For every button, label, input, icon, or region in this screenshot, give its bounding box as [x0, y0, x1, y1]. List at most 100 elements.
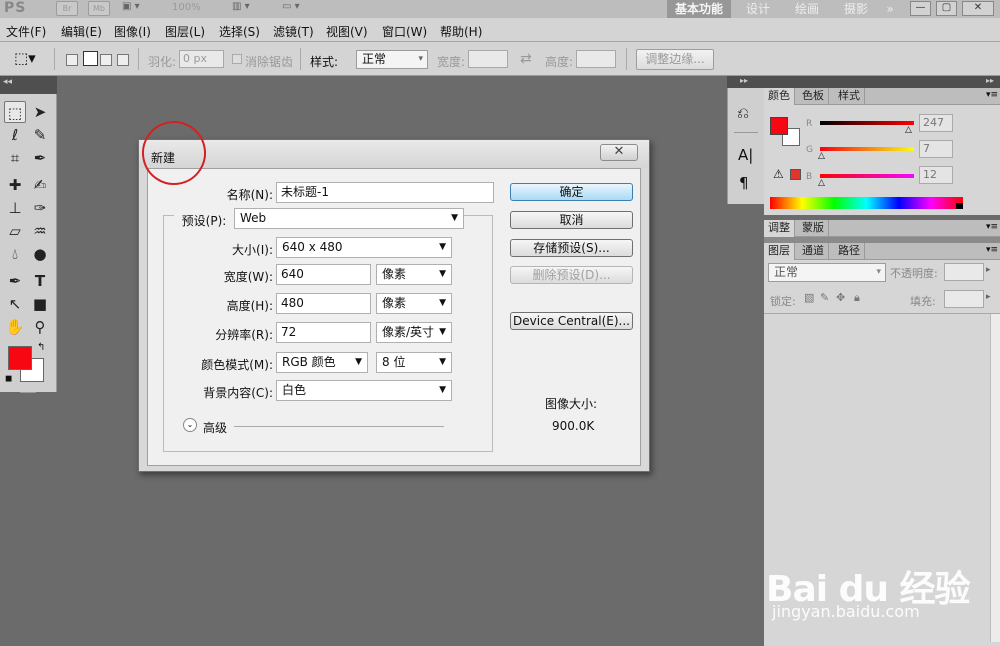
maximize-icon[interactable]: ▢ [936, 1, 957, 16]
menu-select[interactable]: 选择(S) [219, 23, 260, 40]
tab-masks[interactable]: 蒙版 [798, 220, 829, 237]
tab-color[interactable]: 颜色 [764, 88, 795, 105]
color-spectrum-bar[interactable] [770, 197, 963, 209]
menu-image[interactable]: 图像(I) [114, 23, 151, 40]
marquee-preset-icon[interactable]: ⬚▾ [14, 49, 36, 67]
chevron-right-icon[interactable]: ▸ [986, 292, 991, 302]
tab-swatches[interactable]: 色板 [798, 88, 829, 105]
lock-pixels-icon[interactable]: ✎ [820, 291, 829, 304]
move-tool-icon[interactable]: ➤ [29, 101, 51, 123]
intersect-selection-icon[interactable] [117, 54, 129, 66]
ok-button[interactable]: 确定 [510, 183, 633, 201]
height-input[interactable]: 480 [276, 293, 371, 314]
menu-edit[interactable]: 编辑(E) [61, 23, 102, 40]
blur-tool-icon[interactable]: 💧︎ [4, 243, 26, 265]
menu-window[interactable]: 窗口(W) [382, 23, 427, 40]
tab-layers[interactable]: 图层 [764, 243, 795, 260]
tab-channels[interactable]: 通道 [798, 243, 829, 260]
g-slider[interactable] [820, 147, 914, 151]
lock-position-icon[interactable]: ✥ [836, 291, 845, 304]
view-extras-dropdown[interactable]: ▣ ▾ [122, 1, 140, 12]
delete-preset-button[interactable]: 删除预设(D)... [510, 266, 633, 284]
lock-transparent-icon[interactable]: ▧ [804, 291, 814, 304]
antialias-checkbox[interactable] [232, 54, 242, 64]
history-panel-icon[interactable]: ⎌ [737, 104, 749, 122]
panel-menu-icon[interactable]: ▾≡ [986, 90, 998, 100]
pen-tool-icon[interactable]: ✒ [4, 270, 26, 292]
more-workspaces-icon[interactable]: » [879, 0, 901, 18]
clone-stamp-tool-icon[interactable]: ⊥ [4, 197, 26, 219]
refine-edge-button[interactable]: 调整边缘... [636, 49, 714, 70]
resolution-unit-select[interactable]: 像素/英寸 ▼ [376, 322, 452, 343]
paint-bucket-tool-icon[interactable]: ♒ [29, 220, 51, 242]
slider-handle-icon[interactable]: △ [818, 151, 825, 161]
b-input[interactable]: 12 [919, 166, 953, 184]
rectangle-tool-icon[interactable]: ■ [29, 293, 51, 315]
opacity-input[interactable] [944, 263, 984, 281]
paragraph-panel-icon[interactable]: ¶ [739, 174, 749, 192]
r-slider[interactable] [820, 121, 914, 125]
swap-colors-icon[interactable]: ↰ [37, 342, 45, 353]
workspace-design[interactable]: 设计 [735, 0, 781, 18]
quick-selection-tool-icon[interactable]: ✎ [29, 124, 51, 146]
slider-handle-icon[interactable]: △ [818, 178, 825, 188]
colormode-select[interactable]: RGB 颜色 ▼ [276, 352, 368, 373]
default-colors-icon[interactable]: ◼ [5, 374, 12, 384]
rectangular-marquee-tool-icon[interactable]: ⬚ [4, 101, 26, 123]
hand-tool-icon[interactable]: ✋ [4, 316, 26, 338]
preset-select[interactable]: Web ▼ [234, 208, 464, 229]
save-preset-button[interactable]: 存储预设(S)... [510, 239, 633, 257]
workspace-essentials[interactable]: 基本功能 [667, 0, 731, 18]
width-input[interactable] [468, 50, 508, 68]
resolution-input[interactable]: 72 [276, 322, 371, 343]
add-selection-icon[interactable] [83, 51, 98, 66]
workspace-photography[interactable]: 摄影 [833, 0, 879, 18]
background-select[interactable]: 白色 ▼ [276, 380, 452, 401]
menu-view[interactable]: 视图(V) [326, 23, 368, 40]
zoom-tool-icon[interactable]: ⚲ [29, 316, 51, 338]
size-select[interactable]: 640 x 480 ▼ [276, 237, 452, 258]
screen-mode-dropdown[interactable]: ▭ ▾ [282, 1, 300, 12]
zoom-level[interactable]: 100% [172, 2, 201, 13]
close-icon[interactable]: ✕ [600, 144, 638, 161]
healing-brush-tool-icon[interactable]: ✚ [4, 174, 26, 196]
bridge-icon[interactable]: Br [56, 1, 78, 16]
menu-file[interactable]: 文件(F) [6, 23, 46, 40]
width-input[interactable]: 640 [276, 264, 371, 285]
device-central-button[interactable]: Device Central(E)... [510, 312, 633, 330]
swap-icon[interactable]: ⇄ [520, 51, 532, 67]
dodge-tool-icon[interactable]: ● [29, 243, 51, 265]
tab-paths[interactable]: 路径 [834, 243, 865, 260]
minimize-icon[interactable]: — [910, 1, 931, 16]
expand-icon[interactable]: ▸▸ [986, 76, 994, 85]
width-unit-select[interactable]: 像素 ▼ [376, 264, 452, 285]
style-select[interactable]: 正常 ▾ [356, 50, 428, 69]
height-input[interactable] [576, 50, 616, 68]
tab-adjustments[interactable]: 调整 [764, 220, 795, 237]
cancel-button[interactable]: 取消 [510, 211, 633, 229]
menu-layer[interactable]: 图层(L) [165, 23, 205, 40]
eyedropper-tool-icon[interactable]: ✒ [29, 147, 51, 169]
close-icon[interactable]: ✕ [962, 1, 994, 16]
arrange-documents-dropdown[interactable]: ▥ ▾ [232, 1, 250, 12]
chevron-right-icon[interactable]: ▸ [986, 265, 991, 275]
lasso-tool-icon[interactable]: ℓ [4, 124, 26, 146]
tab-styles[interactable]: 样式 [834, 88, 865, 105]
panel-menu-icon[interactable]: ▾≡ [986, 222, 998, 232]
expand-advanced-icon[interactable]: ⌄ [183, 418, 197, 432]
gamut-color-swatch[interactable] [790, 169, 801, 180]
history-brush-tool-icon[interactable]: ✑ [29, 197, 51, 219]
r-input[interactable]: 247 [919, 114, 953, 132]
panel-menu-icon[interactable]: ▾≡ [986, 245, 998, 255]
height-unit-select[interactable]: 像素 ▼ [376, 293, 452, 314]
lock-all-icon[interactable]: 🔒︎ [854, 291, 860, 305]
b-slider[interactable] [820, 174, 914, 178]
path-selection-tool-icon[interactable]: ↖ [4, 293, 26, 315]
feather-input[interactable]: 0 px [179, 50, 224, 68]
black-swatch[interactable] [956, 203, 963, 209]
fill-input[interactable] [944, 290, 984, 308]
bitdepth-select[interactable]: 8 位 ▼ [376, 352, 452, 373]
mini-bridge-icon[interactable]: Mb [88, 1, 110, 16]
dialog-titlebar[interactable]: 新建 ✕ [139, 140, 649, 168]
crop-tool-icon[interactable]: ⌗ [4, 147, 26, 169]
